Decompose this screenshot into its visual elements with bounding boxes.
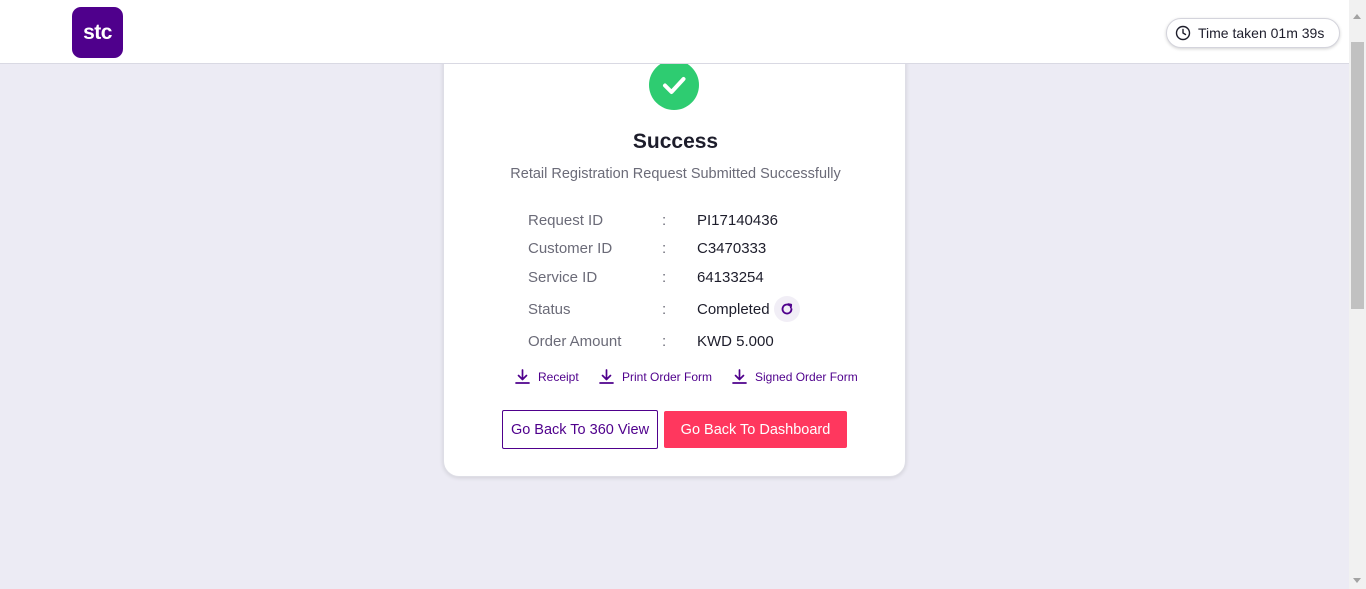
stc-logo[interactable]: stc — [72, 7, 123, 58]
signed-order-form-label: Signed Order Form — [755, 369, 858, 384]
receipt-link[interactable]: Receipt — [514, 368, 579, 385]
detail-value: PI17140436 — [697, 211, 778, 229]
scroll-up-arrow-icon[interactable] — [1353, 14, 1361, 19]
logo-text: stc — [83, 20, 112, 44]
refresh-icon — [781, 303, 792, 315]
print-order-form-link[interactable]: Print Order Form — [598, 368, 712, 385]
detail-separator: : — [662, 239, 667, 257]
detail-value: C3470333 — [697, 239, 767, 257]
download-icon — [732, 369, 747, 384]
detail-label: Service ID — [528, 268, 598, 286]
scroll-down-arrow-icon[interactable] — [1353, 578, 1361, 583]
status-value: Completed — [697, 300, 770, 318]
download-icon — [599, 369, 614, 384]
time-taken-badge: Time taken 01m 39s — [1166, 18, 1340, 48]
go-back-dashboard-button[interactable]: Go Back To Dashboard — [664, 411, 847, 448]
detail-row-service-id: Service ID : 64133254 — [528, 266, 828, 288]
detail-separator: : — [662, 268, 667, 286]
detail-row-order-amount: Order Amount : KWD 5.000 — [528, 330, 828, 352]
detail-label: Status — [528, 300, 571, 318]
refresh-status-button[interactable] — [773, 296, 800, 322]
detail-label: Customer ID — [528, 239, 613, 257]
success-subtitle: Retail Registration Request Submitted Su… — [510, 166, 841, 182]
receipt-link-label: Receipt — [538, 369, 579, 384]
detail-separator: : — [662, 211, 667, 229]
go-back-360-view-button[interactable]: Go Back To 360 View — [502, 410, 658, 449]
detail-separator: : — [662, 300, 667, 318]
detail-value: KWD 5.000 — [697, 332, 774, 350]
success-title: Success — [632, 130, 719, 153]
signed-order-form-link[interactable]: Signed Order Form — [731, 368, 858, 385]
print-order-form-label: Print Order Form — [622, 369, 713, 384]
scrollbar-thumb[interactable] — [1351, 42, 1364, 309]
download-links: Receipt Print Order Form Signed Order Fo… — [444, 368, 907, 388]
detail-row-customer-id: Customer ID : C3470333 — [528, 237, 828, 259]
detail-value: 64133254 — [697, 268, 764, 286]
detail-row-request-id: Request ID : PI17140436 — [528, 209, 828, 231]
detail-label: Request ID — [528, 211, 604, 229]
detail-row-status: Status : Completed — [528, 296, 828, 322]
time-taken-label: Time taken 01m 39s — [1198, 25, 1325, 41]
clock-icon — [1175, 25, 1191, 41]
success-check-icon — [649, 60, 699, 110]
success-card: Success Retail Registration Request Subm… — [443, 30, 906, 477]
detail-value-status: Completed — [697, 296, 800, 322]
detail-label: Order Amount — [528, 332, 622, 350]
top-header: stc Time taken 01m 39s — [0, 0, 1349, 64]
detail-separator: : — [662, 332, 667, 350]
download-icon — [515, 369, 530, 384]
